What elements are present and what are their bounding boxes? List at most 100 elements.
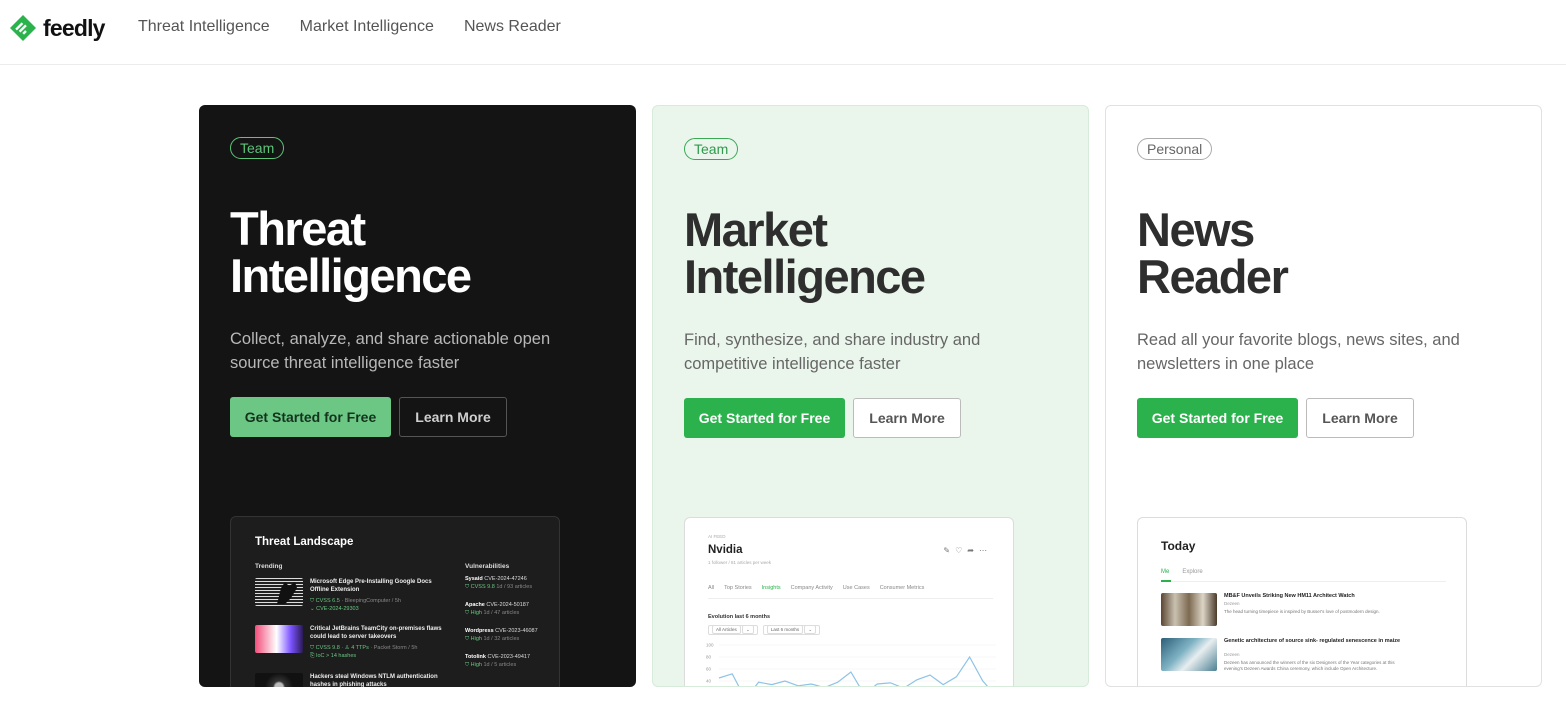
vendor-name: Wordpress — [465, 628, 494, 634]
learn-more-button[interactable]: Learn More — [853, 398, 961, 438]
article-thumbnail — [1161, 593, 1217, 626]
trending-label: Trending — [255, 563, 283, 570]
articles-filter[interactable]: All Articles ⌄ — [708, 625, 758, 635]
feed-type-label: AI FEED — [708, 534, 726, 539]
list-item[interactable]: Critical JetBrains TeamCity on-premises … — [255, 625, 450, 665]
tab-company-activity[interactable]: Company Activity — [791, 585, 833, 591]
card-news-reader: Personal News Reader Read all your favor… — [1105, 105, 1542, 687]
more-icon[interactable]: ⋯ — [979, 546, 987, 555]
feed-subtitle: 1 follower / 81 articles per week — [708, 560, 772, 565]
list-item[interactable]: Hackers steal Windows NTLM authenticatio… — [255, 673, 450, 687]
cve-id: CVE-2023-49417 — [487, 654, 531, 660]
y-tick-label: 60 — [706, 667, 712, 672]
title-line: Intelligence — [230, 249, 472, 302]
feed-actions: ✎ ♡ ➦ ⋯ — [943, 546, 987, 555]
cve-id: CVE-2023-46087 — [495, 628, 538, 634]
feedly-logo[interactable]: feedly — [8, 13, 105, 43]
period-filter[interactable]: Last 6 months ⌄ — [762, 625, 821, 635]
hand-icon — [277, 582, 297, 604]
vendor-name: Totolink — [465, 654, 486, 660]
chevron-down-icon: ⌄ — [742, 625, 754, 634]
article-thumbnail — [255, 578, 303, 606]
article-source: BleepingComputer / 5h — [344, 598, 401, 604]
series-line — [718, 655, 988, 686]
threat-landscape-preview: Threat Landscape Trending Vulnerabilitie… — [230, 516, 560, 687]
article-headline: Microsoft Edge Pre-Installing Google Doc… — [310, 579, 432, 593]
article-thumbnail — [255, 625, 303, 653]
nav-news-reader[interactable]: News Reader — [464, 18, 561, 36]
vulnerability-item[interactable]: Wordpress CVE-2023-46087 ⛉ High 1d / 32 … — [465, 628, 555, 643]
filter-label: Last 6 months — [766, 625, 804, 634]
y-tick-label: 100 — [706, 643, 714, 648]
article-source: Dezeen — [1224, 652, 1240, 657]
feedly-logo-icon — [10, 15, 36, 41]
card-title: Market Intelligence — [684, 203, 926, 303]
vulnerability-item[interactable]: Sysaid CVE-2024-47246 ⛉ CVSS 9.8 1d / 93… — [465, 576, 555, 591]
article-thumbnail — [1161, 638, 1217, 671]
desc-line: Collect, analyze, and share actionable o… — [230, 330, 551, 348]
title-line: News — [1137, 203, 1255, 256]
card-market-intelligence: Team Market Intelligence Find, synthesiz… — [652, 105, 1089, 687]
tab-all[interactable]: All — [708, 585, 714, 591]
nvidia-feed-preview: AI FEED Nvidia 1 follower / 81 articles … — [684, 517, 1014, 686]
vuln-info: 1d / 93 articles — [496, 584, 533, 590]
severity: High — [470, 662, 482, 668]
card-title: Threat Intelligence — [230, 205, 472, 302]
vulnerability-item[interactable]: Apache CVE-2024-50187 ⛉ High 1d / 47 art… — [465, 602, 555, 617]
get-started-button[interactable]: Get Started for Free — [230, 397, 391, 437]
chart-heading: Evolution last 6 months — [708, 614, 771, 620]
heart-icon[interactable]: ♡ — [955, 546, 962, 555]
article-headline: Hackers steal Windows NTLM authenticatio… — [310, 674, 438, 687]
list-item[interactable]: Microsoft Edge Pre-Installing Google Doc… — [255, 578, 450, 618]
vulnerability-item[interactable]: Totolink CVE-2023-49417 ⛉ High 1d / 5 ar… — [465, 654, 555, 669]
tab-explore[interactable]: Explore — [1182, 569, 1202, 575]
tab-me[interactable]: Me — [1161, 569, 1169, 575]
get-started-button[interactable]: Get Started for Free — [1137, 398, 1298, 438]
learn-more-button[interactable]: Learn More — [399, 397, 507, 437]
desc-line: Find, synthesize, and share industry and — [684, 331, 981, 349]
vuln-info: 1d / 5 articles — [483, 662, 517, 668]
top-header: feedly Threat Intelligence Market Intell… — [0, 0, 1566, 65]
ttps-count: 4 TTPs — [351, 645, 369, 651]
card-description: Find, synthesize, and share industry and… — [684, 328, 1044, 376]
y-tick-label: 80 — [706, 655, 712, 660]
article-meta: ⛉ CVSS 9.8 · ♙ 4 TTPs · Packet Storm / 5… — [310, 645, 418, 651]
chevron-down-icon: ⌄ — [804, 625, 817, 634]
card-description: Collect, analyze, and share actionable o… — [230, 327, 590, 375]
article-headline: Critical JetBrains TeamCity on-premises … — [310, 626, 442, 640]
team-badge: Team — [230, 137, 285, 159]
title-line: Intelligence — [684, 250, 926, 303]
nav-market-intelligence[interactable]: Market Intelligence — [300, 18, 434, 36]
title-line: Market — [684, 203, 828, 256]
get-started-button[interactable]: Get Started for Free — [684, 398, 845, 438]
list-item[interactable]: Genetic architecture of source sink- reg… — [1161, 638, 1451, 674]
desc-line: newsletters in one place — [1137, 355, 1315, 373]
team-badge: Team — [684, 138, 739, 160]
preview-title: Threat Landscape — [255, 536, 354, 548]
tab-consumer-metrics[interactable]: Consumer Metrics — [880, 585, 925, 591]
nav-threat-intelligence[interactable]: Threat Intelligence — [138, 18, 270, 36]
share-icon[interactable]: ➦ — [967, 546, 974, 555]
vendor-name: Sysaid — [465, 576, 483, 582]
edit-icon[interactable]: ✎ — [943, 546, 950, 555]
desc-line: Read all your favorite blogs, news sites… — [1137, 331, 1460, 349]
article-source: Packet Storm / 5h — [373, 645, 418, 651]
list-item[interactable]: MB&F Unveils Striking New HM11 Architect… — [1161, 593, 1451, 629]
tab-top-stories[interactable]: Top Stories — [724, 585, 752, 591]
card-threat-intelligence: Team Threat Intelligence Collect, analyz… — [199, 105, 636, 687]
tab-insights[interactable]: Insights — [762, 585, 781, 591]
cve-id: CVE-2024-50187 — [486, 602, 529, 608]
article-headline: Genetic architecture of source sink- reg… — [1224, 638, 1401, 644]
reader-tabs: Me Explore — [1161, 569, 1203, 575]
ioc-count: IoC > 14 hashes — [315, 653, 357, 659]
active-tab-indicator — [1161, 580, 1171, 582]
feed-tabs: All Top Stories Insights Company Activit… — [708, 585, 924, 591]
learn-more-button[interactable]: Learn More — [1306, 398, 1414, 438]
desc-line: source threat intelligence faster — [230, 354, 460, 372]
today-title: Today — [1161, 539, 1196, 553]
desc-line: competitive intelligence faster — [684, 355, 901, 373]
article-ioc: ⎘ IoC > 14 hashes — [310, 653, 356, 660]
card-title: News Reader — [1137, 203, 1289, 300]
tab-use-cases[interactable]: Use Cases — [843, 585, 870, 591]
article-summary: The head turning timepiece is inspired b… — [1224, 609, 1380, 614]
